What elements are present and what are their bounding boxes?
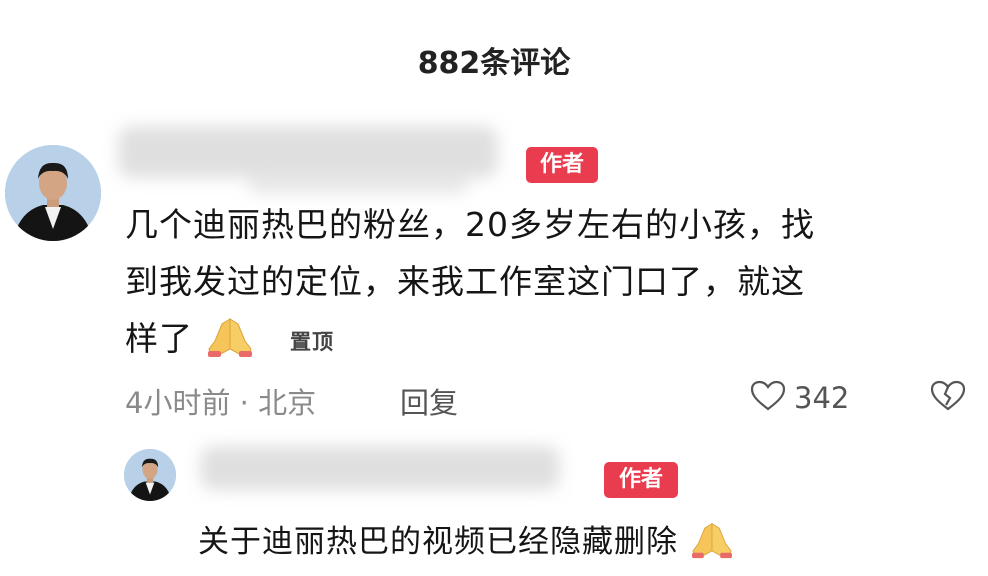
reply-author-avatar[interactable]	[124, 449, 176, 501]
comment-text-line-3-container: 样了 置顶	[125, 312, 334, 367]
blurred-username	[118, 126, 498, 178]
comments-count-title: 882条评论	[417, 46, 571, 81]
comment-text-line-1: 几个迪丽热巴的粉丝，20多岁左右的小孩，找	[125, 205, 815, 244]
comment-text-line-2: 到我发过的定位，来我工作室这门口了，就这	[125, 262, 805, 301]
author-badge: 作者	[526, 147, 598, 183]
reply-text-container: 关于迪丽热巴的视频已经隐藏删除	[198, 516, 735, 568]
dislike-button[interactable]	[930, 380, 966, 416]
comment-text-line-3: 样了	[125, 319, 193, 358]
broken-heart-icon	[930, 380, 966, 416]
reply-button[interactable]: 回复	[400, 380, 458, 422]
like-button[interactable]: 342	[750, 380, 849, 416]
reply-avatar-photo	[124, 449, 176, 501]
praying-hands-icon	[205, 315, 255, 367]
reply-author-badge: 作者	[604, 462, 678, 498]
pinned-label: 置顶	[290, 329, 334, 354]
like-count: 342	[794, 381, 850, 415]
reply-blurred-username	[200, 446, 560, 490]
author-avatar[interactable]	[5, 145, 101, 241]
heart-icon	[750, 380, 786, 416]
praying-hands-icon	[689, 520, 735, 568]
avatar-photo	[5, 145, 101, 241]
reply-text: 关于迪丽热巴的视频已经隐藏删除	[198, 524, 678, 560]
comment-meta: 4小时前 · 北京	[125, 386, 317, 420]
blurred-username-fragment	[248, 172, 468, 194]
